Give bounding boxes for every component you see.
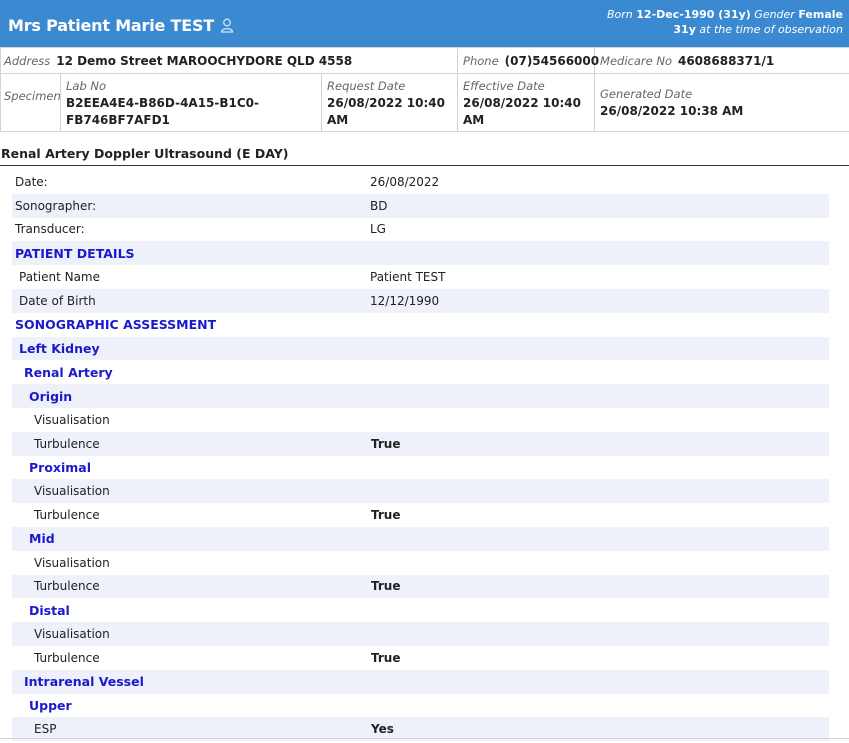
row-key: Date of Birth: [19, 293, 96, 308]
address-label: Address: [4, 53, 51, 68]
row-key: ESP: [34, 722, 57, 737]
row-key: Turbulence: [34, 436, 100, 451]
row-key: Turbulence: [34, 579, 100, 594]
row-key: Visualisation: [34, 627, 110, 642]
section-distal: Distal: [12, 598, 829, 622]
medicare-label: Medicare No: [600, 53, 672, 68]
report-row-date: Date: 26/08/2022: [12, 170, 829, 194]
effective-date-cell: Effective Date 26/08/2022 10:40 AM: [457, 73, 596, 132]
report-row-proximal-turbulence: Turbulence True: [12, 503, 829, 527]
section-sonographic-assessment: SONOGRAPHIC ASSESSMENT: [12, 313, 829, 337]
row-value: Patient TEST: [370, 270, 446, 285]
section-origin: Origin: [12, 384, 829, 408]
patient-info-table: Address 12 Demo Street MAROOCHYDORE QLD …: [0, 47, 849, 132]
report-row-origin-visualisation: Visualisation: [12, 408, 829, 432]
row-value: 26/08/2022: [370, 174, 440, 189]
section-heading: PATIENT DETAILS: [15, 245, 135, 261]
age-note: at the time of observation: [699, 23, 843, 36]
bottom-divider: [0, 738, 849, 739]
effective-date-value-line2: AM: [463, 113, 485, 127]
row-key: Turbulence: [34, 650, 100, 665]
patient-name-block: Mrs Patient Marie TEST: [8, 16, 234, 35]
row-value: 12/12/1990: [370, 293, 440, 308]
report-row-transducer: Transducer: LG: [12, 218, 829, 242]
labno-value-line2: FB746BF7AFD1: [66, 113, 170, 127]
gender-value: Female: [798, 8, 843, 21]
report-row-mid-turbulence: Turbulence True: [12, 574, 829, 599]
section-heading: Left Kidney: [19, 340, 100, 356]
section-upper: Upper: [12, 694, 829, 718]
row-value: True: [371, 436, 401, 451]
section-mid: Mid: [12, 526, 829, 551]
effective-date-label: Effective Date: [463, 79, 545, 93]
row-key: Turbulence: [34, 508, 100, 523]
request-date-value-line1: 26/08/2022 10:40: [327, 96, 445, 110]
section-heading: Distal: [29, 602, 70, 618]
row-value: True: [371, 508, 401, 523]
report-row-date-of-birth: Date of Birth 12/12/1990: [12, 288, 829, 313]
row-key: Visualisation: [34, 484, 110, 499]
labno-value-line1: B2EEA4E4-B86D-4A15-B1C0-: [66, 96, 260, 110]
gender-label: Gender: [754, 8, 795, 21]
section-heading: Mid: [29, 531, 55, 547]
row-key: Date:: [15, 174, 48, 189]
request-date-value-line2: AM: [327, 113, 349, 127]
row-key: Sonographer:: [15, 198, 97, 213]
section-heading: Proximal: [29, 459, 92, 475]
row-key: Patient Name: [19, 270, 100, 285]
section-intrarenal-vessel: Intrarenal Vessel: [12, 669, 829, 694]
section-heading: Renal Artery: [24, 364, 113, 380]
generated-date-label: Generated Date: [600, 87, 693, 101]
report-title: Renal Artery Doppler Ultrasound (E DAY): [0, 146, 849, 166]
row-value: True: [371, 650, 401, 665]
report-row-patient-name: Patient Name Patient TEST: [12, 265, 829, 289]
labno-label: Lab No: [66, 79, 107, 93]
report-row-distal-visualisation: Visualisation: [12, 622, 829, 646]
medicare-value: 4608688371/1: [677, 53, 775, 68]
generated-date-value: 26/08/2022 10:38 AM: [600, 104, 744, 118]
section-heading: Origin: [29, 388, 73, 404]
row-value: True: [371, 579, 401, 594]
section-patient-details: PATIENT DETAILS: [12, 241, 829, 266]
row-value: LG: [370, 222, 386, 237]
phone-cell: Phone (07)54566000: [457, 47, 599, 74]
born-label: Born: [606, 8, 633, 21]
patient-header: Mrs Patient Marie TEST Born 12-Dec-1990 …: [0, 0, 849, 47]
section-proximal: Proximal: [12, 456, 829, 480]
patient-demographics: Born 12-Dec-1990 (31y) Gender Female 31y…: [607, 7, 843, 37]
report-row-distal-turbulence: Turbulence True: [12, 646, 829, 670]
section-renal-artery: Renal Artery: [12, 360, 829, 384]
labno-cell: Lab No B2EEA4E4-B86D-4A15-B1C0- FB746BF7…: [60, 73, 322, 132]
row-key: Visualisation: [34, 412, 110, 427]
patient-name: Mrs Patient Marie TEST: [8, 16, 214, 35]
section-left-kidney: Left Kidney: [12, 336, 829, 361]
born-value: 12-Dec-1990 (31y): [636, 8, 751, 21]
medicare-cell: Medicare No 4608688371/1: [594, 47, 849, 74]
effective-date-value-line1: 26/08/2022 10:40: [463, 96, 581, 110]
request-date-label: Request Date: [327, 79, 406, 93]
row-key: Transducer:: [15, 222, 85, 237]
phone-label: Phone: [463, 53, 499, 68]
section-heading: Upper: [29, 697, 72, 713]
report-body: Date: 26/08/2022 Sonographer: BD Transdu…: [0, 166, 849, 742]
section-heading: Intrarenal Vessel: [24, 674, 144, 690]
user-icon[interactable]: [220, 18, 234, 33]
report-row-origin-turbulence: Turbulence True: [12, 431, 829, 456]
request-date-cell: Request Date 26/08/2022 10:40 AM: [320, 73, 459, 132]
address-cell: Address 12 Demo Street MAROOCHYDORE QLD …: [0, 47, 459, 74]
age-value: 31y: [673, 23, 696, 36]
row-value: Yes: [371, 722, 394, 737]
report-row-sonographer: Sonographer: BD: [12, 193, 829, 218]
row-key: Visualisation: [34, 555, 110, 570]
row-value: BD: [370, 198, 388, 213]
phone-value: (07)54566000: [504, 53, 600, 68]
generated-date-cell: Generated Date 26/08/2022 10:38 AM: [594, 73, 849, 132]
address-value: 12 Demo Street MAROOCHYDORE QLD 4558: [56, 53, 353, 68]
section-heading: SONOGRAPHIC ASSESSMENT: [15, 317, 217, 333]
specimen-cell: Specimen: [0, 73, 61, 132]
report-row-mid-visualisation: Visualisation: [12, 551, 829, 575]
report-row-proximal-visualisation: Visualisation: [12, 479, 829, 504]
specimen-label: Specimen: [4, 89, 61, 103]
